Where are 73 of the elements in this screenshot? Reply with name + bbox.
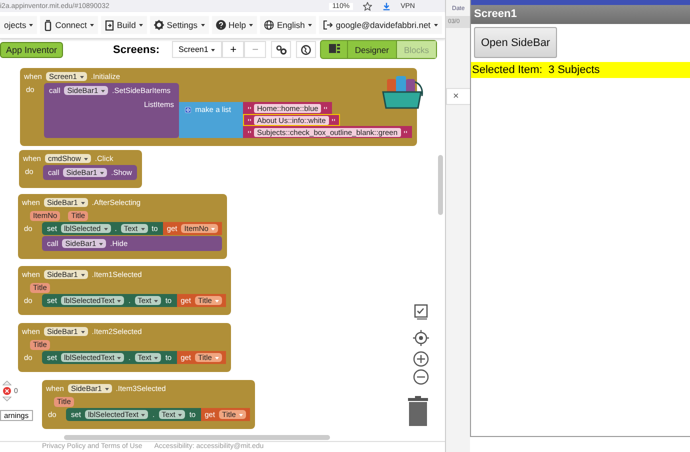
zoom-in-icon[interactable] (413, 351, 429, 367)
quote-icon (404, 130, 407, 134)
caret-icon (200, 23, 205, 27)
recenter-icon[interactable] (413, 330, 429, 346)
caret-icon (90, 23, 94, 27)
caret-icon (117, 356, 122, 360)
vertical-scrollbar[interactable] (438, 155, 443, 215)
caret-icon (141, 412, 146, 416)
add-screen-button[interactable]: + (222, 41, 244, 58)
settings-icon (154, 20, 164, 30)
open-sidebar-button[interactable]: Open SideBar (474, 27, 558, 58)
download-icon[interactable] (382, 2, 391, 10)
caret-icon (100, 170, 104, 174)
zoom-out-icon[interactable] (413, 369, 429, 385)
caret-icon (214, 356, 219, 360)
help-icon (216, 20, 226, 30)
caret-icon (80, 330, 85, 334)
phone-icon (44, 20, 52, 30)
caret-icon (29, 23, 34, 27)
menu-item[interactable]: Connect (40, 16, 98, 34)
caret-icon (84, 156, 88, 160)
caret-icon (80, 74, 84, 78)
quote-icon (248, 118, 251, 122)
caret-icon (154, 356, 158, 360)
screen-title-bar: Screen1 (471, 5, 690, 24)
globe-button[interactable] (296, 41, 316, 58)
screens-label: Screens: (113, 44, 160, 56)
horizontal-scrollbar[interactable] (64, 435, 330, 440)
caret-icon (238, 412, 243, 416)
selected-item-label: Selected Item: 3 Subjects (471, 62, 690, 78)
error-icon[interactable] (2, 380, 12, 402)
caret-icon (140, 226, 145, 230)
caret-icon (80, 272, 85, 276)
caret-icon (211, 226, 216, 230)
caret-icon (154, 298, 158, 302)
caret-icon (434, 23, 438, 27)
quote-icon (332, 118, 335, 122)
quote-icon (248, 106, 251, 110)
project-properties-button[interactable] (271, 41, 292, 58)
caret-icon (308, 23, 312, 27)
app-inventor-button[interactable]: App Inventor (0, 42, 64, 58)
gears-icon (276, 44, 287, 54)
build-icon (104, 20, 114, 30)
caret-icon (249, 23, 253, 27)
checklist-icon[interactable] (414, 304, 428, 320)
caret-icon (104, 226, 108, 230)
menu-item[interactable]: Help (212, 16, 257, 34)
menu-item[interactable]: Build (100, 16, 147, 34)
gear-icon[interactable] (185, 104, 192, 114)
caret-icon (214, 298, 219, 302)
sign-in-icon (322, 20, 333, 30)
caret-icon (211, 48, 216, 52)
close-button[interactable]: × (446, 88, 470, 105)
caret-icon (80, 200, 85, 204)
menu-item[interactable]: English (260, 16, 316, 34)
globe-icon (264, 20, 274, 30)
caret-icon (101, 88, 106, 92)
quote-icon (248, 130, 251, 134)
backpack-icon[interactable] (380, 74, 424, 112)
screen-dropdown[interactable]: Screen1 (172, 41, 222, 58)
panel-layout-icon (328, 44, 340, 53)
caret-icon (104, 386, 109, 390)
trash-icon[interactable] (408, 396, 428, 426)
menu-item[interactable]: google@davidefabbri.net (318, 16, 442, 34)
menu-item[interactable]: ojects (0, 16, 38, 34)
caret-icon (138, 23, 143, 27)
star-icon[interactable] (362, 2, 372, 10)
caret-icon (178, 412, 182, 416)
caret-icon (99, 242, 104, 246)
globe-icon (301, 44, 312, 54)
quote-icon (324, 106, 328, 110)
caret-icon (117, 298, 122, 302)
menu-item[interactable]: Settings (150, 16, 209, 34)
